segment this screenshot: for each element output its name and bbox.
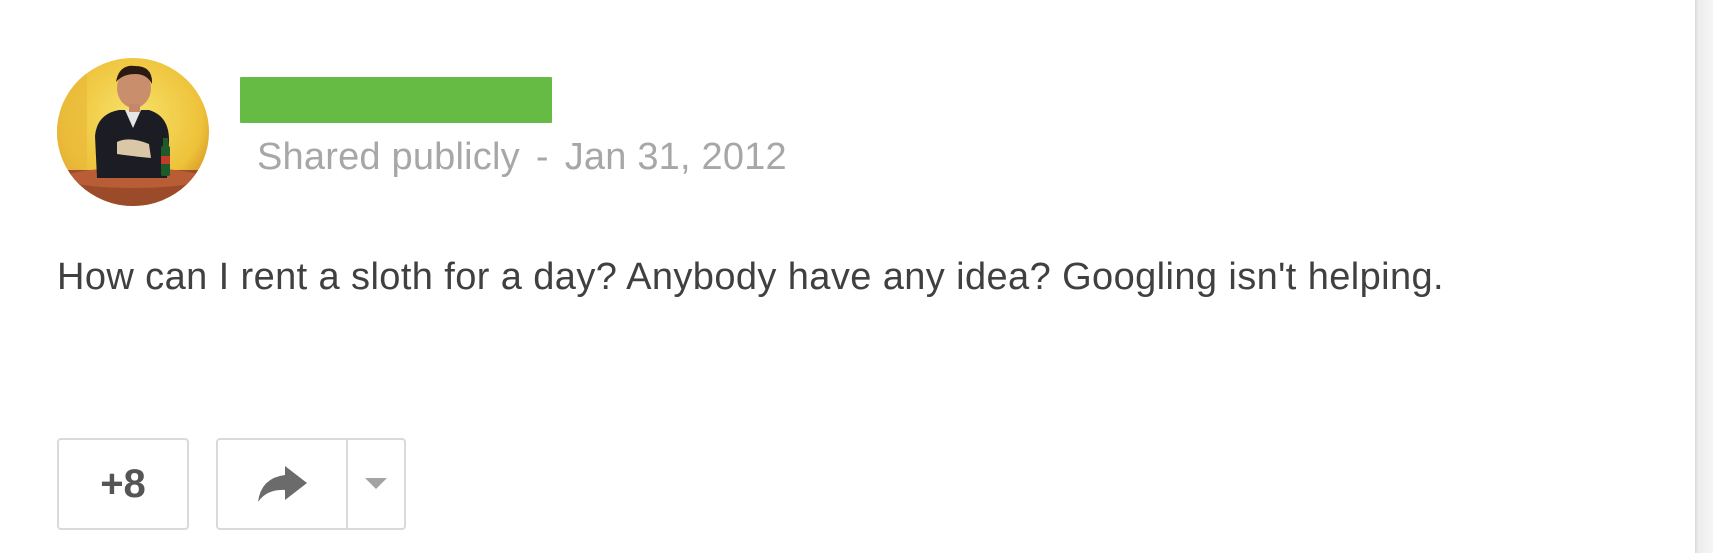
share-arrow-icon (258, 466, 307, 502)
share-button-group (216, 438, 406, 530)
scrollbar-edge (1695, 0, 1713, 553)
visibility-label[interactable]: Shared publicly (257, 136, 520, 178)
post-card: Shared publicly - Jan 31, 2012 How can I r… (0, 0, 1695, 553)
post-body: How can I rent a sloth for a day? Anybod… (57, 256, 1445, 298)
meta-separator: - (535, 136, 549, 178)
author-avatar[interactable] (57, 58, 209, 206)
plus-one-button[interactable]: +8 (57, 438, 189, 530)
post-date[interactable]: Jan 31, 2012 (565, 136, 787, 178)
post-meta: Shared publicly - Jan 31, 2012 (257, 134, 787, 180)
share-button[interactable] (218, 440, 348, 528)
dropdown-triangle-icon (365, 478, 387, 489)
avatar-photo (57, 58, 209, 206)
author-name-redacted[interactable] (240, 77, 552, 123)
share-menu-button[interactable] (348, 440, 404, 528)
